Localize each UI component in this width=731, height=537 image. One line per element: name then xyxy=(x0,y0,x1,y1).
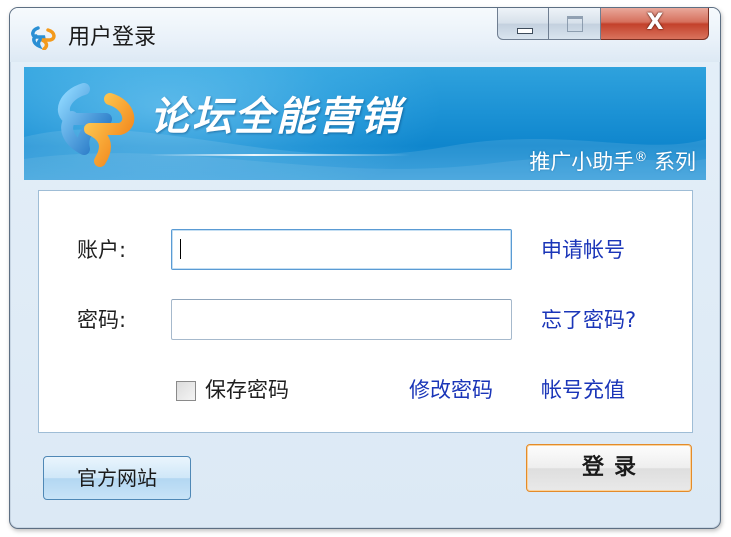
forgot-password-link[interactable]: 忘了密码? xyxy=(541,307,636,333)
login-form: 账户: 申请帐号 密码: 忘了密码? 保存密码 修改密码 帐号充值 xyxy=(38,190,693,433)
account-recharge-link[interactable]: 帐号充值 xyxy=(541,377,625,403)
maximize-icon xyxy=(567,16,583,32)
remember-password-label[interactable]: 保存密码 xyxy=(205,377,289,403)
minimize-button[interactable] xyxy=(497,8,549,40)
product-name: 论坛全能营销 xyxy=(150,94,402,140)
account-label: 账户: xyxy=(77,238,127,262)
login-button[interactable]: 登录 xyxy=(526,444,692,492)
title-bar[interactable]: 用户登录 X xyxy=(10,8,720,62)
series-text: 推广小助手® 系列 xyxy=(529,145,696,175)
password-label: 密码: xyxy=(77,308,127,332)
minimize-icon xyxy=(517,28,533,34)
banner-underline xyxy=(150,154,410,156)
window-title: 用户登录 xyxy=(68,25,157,50)
close-button[interactable]: X xyxy=(601,8,709,40)
remember-password-checkbox[interactable] xyxy=(176,381,196,401)
change-password-link[interactable]: 修改密码 xyxy=(409,377,493,403)
close-icon: X xyxy=(646,10,664,35)
product-banner: 论坛全能营销 推广小助手® 系列 xyxy=(24,67,706,180)
series-name: 推广小助手 xyxy=(529,150,635,174)
registered-mark: ® xyxy=(634,150,648,165)
password-input[interactable] xyxy=(171,299,512,340)
maximize-button[interactable] xyxy=(549,8,601,40)
window-controls: X xyxy=(497,8,713,42)
login-window: 用户登录 X 论坛全能营销 推广小助手® 系列 账户: 申请帐号 密码: 忘了密… xyxy=(9,7,721,529)
series-suffix: 系列 xyxy=(647,150,696,174)
official-site-button[interactable]: 官方网站 xyxy=(43,456,191,500)
apply-account-link[interactable]: 申请帐号 xyxy=(541,237,625,263)
product-logo-icon xyxy=(57,83,135,167)
app-logo-icon xyxy=(31,26,56,50)
account-input[interactable] xyxy=(171,229,512,270)
text-caret xyxy=(180,239,181,259)
